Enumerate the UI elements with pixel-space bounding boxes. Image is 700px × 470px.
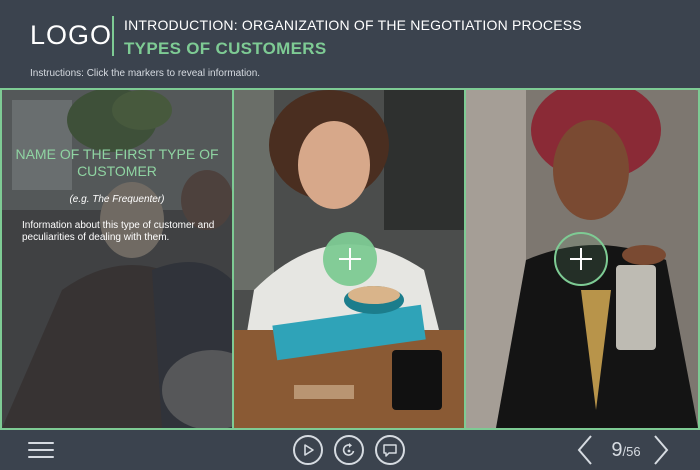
comment-button[interactable] (375, 435, 405, 465)
info-overlay (2, 90, 232, 428)
instructions-text: Instructions: Click the markers to revea… (30, 68, 261, 79)
page-total: 56 (626, 444, 641, 459)
customer-type-example: (e.g. The Frequenter) (69, 194, 165, 205)
player-controls: 9/56 (0, 430, 700, 470)
play-icon (304, 444, 314, 456)
customer-type-name: NAME OF THE FIRST TYPE OF CUSTOMER (15, 146, 219, 179)
page-counter: 9/56 (606, 439, 646, 462)
customer-panel-3 (466, 90, 698, 428)
customer-type-info: Information about this type of customer … (22, 220, 215, 243)
customer-panel-2 (234, 90, 464, 428)
comment-icon (383, 444, 397, 457)
reveal-marker-2[interactable] (323, 232, 377, 286)
reveal-marker-3[interactable] (554, 232, 608, 286)
customer-panels: NAME OF THE FIRST TYPE OF CUSTOMER (e.g.… (0, 88, 700, 430)
chevron-left-icon[interactable] (576, 434, 594, 466)
play-button[interactable] (293, 435, 323, 465)
replay-button[interactable] (334, 435, 364, 465)
customer-panel-1[interactable]: NAME OF THE FIRST TYPE OF CUSTOMER (e.g.… (2, 90, 232, 428)
page-current: 9 (611, 439, 623, 461)
logo: LOGO (30, 20, 113, 50)
slide-title: TYPES OF CUSTOMERS (124, 39, 327, 58)
replay-icon (342, 443, 355, 456)
header-divider (112, 16, 114, 56)
chevron-right-icon[interactable] (652, 434, 670, 466)
course-title: INTRODUCTION: ORGANIZATION OF THE NEGOTI… (124, 17, 582, 33)
hamburger-menu-icon[interactable] (28, 440, 54, 460)
slide-header: LOGO INTRODUCTION: ORGANIZATION OF THE N… (0, 0, 700, 88)
